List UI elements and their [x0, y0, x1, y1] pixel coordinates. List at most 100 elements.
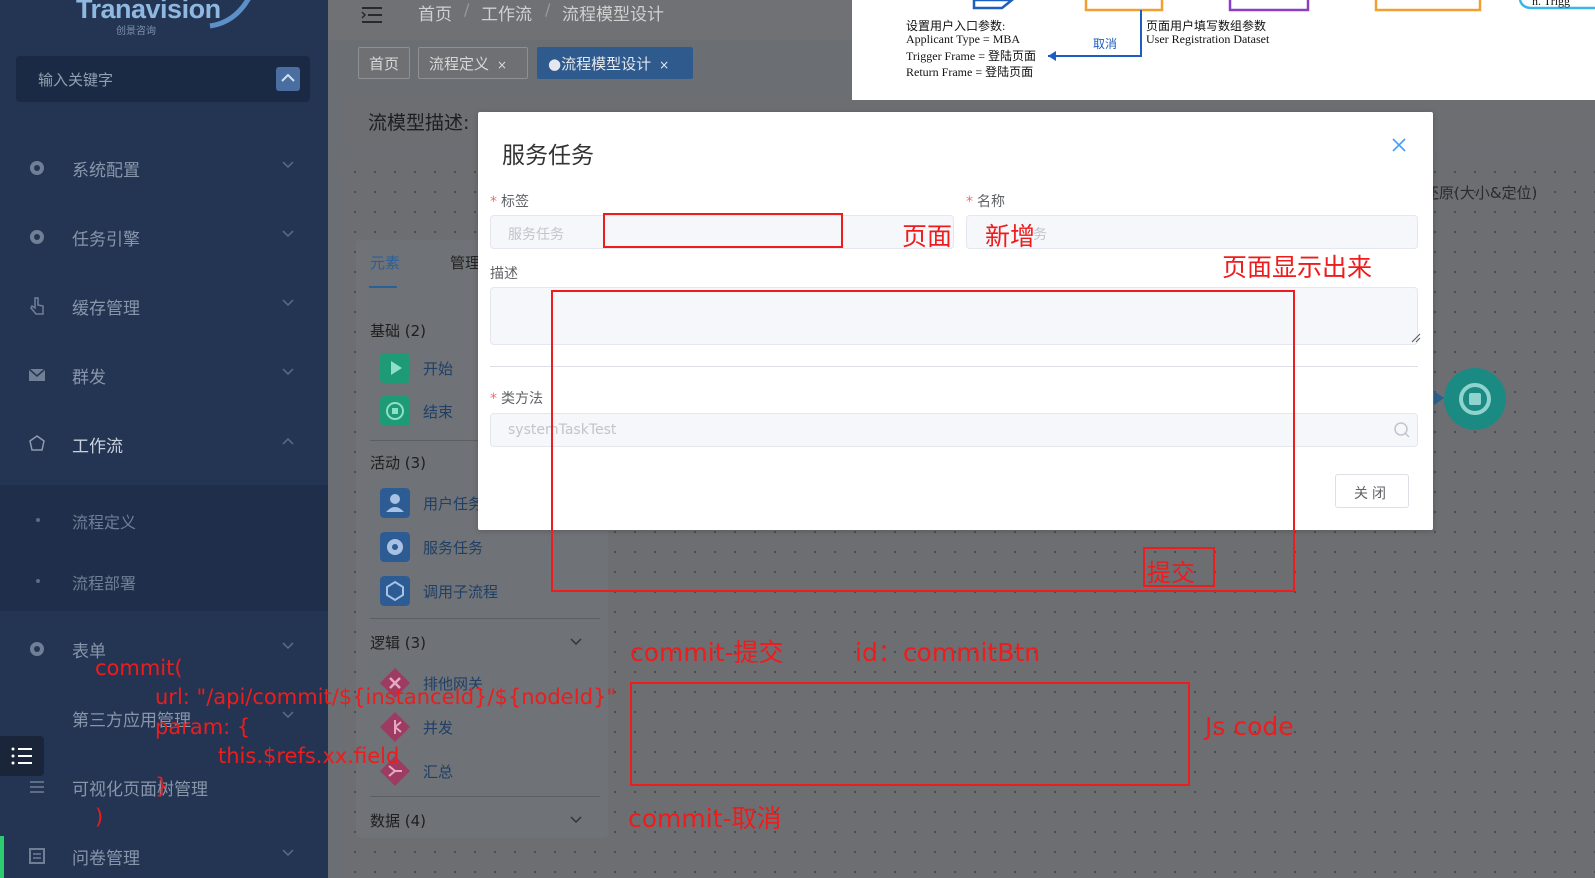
diagram-text: n. Trigg	[1532, 0, 1571, 8]
active-tab-indicator	[369, 286, 397, 288]
description-label: 流模型描述:	[368, 112, 470, 134]
gear-icon	[30, 642, 44, 656]
annotation-page: 页面	[902, 222, 953, 251]
menu-label: 工作流	[72, 437, 123, 457]
hamburger-icon[interactable]	[360, 4, 384, 26]
breadcrumb-workflow[interactable]: 工作流	[481, 0, 532, 25]
menu-item-survey[interactable]: 问卷管理	[0, 831, 328, 878]
menu-label: 群发	[72, 368, 106, 388]
diagram-text: Return Frame = 登陆页面	[906, 65, 1034, 79]
annotation-box-page	[603, 213, 843, 248]
stop-icon	[1469, 393, 1481, 405]
diagram-cancel-label: 取消	[1093, 37, 1118, 51]
gear-icon	[30, 230, 44, 244]
chevron-down-icon	[282, 368, 294, 376]
menu-label: 缓存管理	[72, 299, 140, 319]
submenu-item-process-deploy[interactable]: 流程部署	[0, 561, 328, 601]
menu-item-workflow[interactable]: 工作流	[0, 419, 328, 469]
annotation-code-line: url: "/api/commit/${instanceId}/${nodeId…	[155, 685, 617, 709]
diagram-text: Trigger Frame = 登陆页面	[906, 49, 1036, 63]
annotation-page-show: 页面显示出来	[1222, 253, 1373, 282]
name-field-label: * 名称	[966, 194, 1005, 210]
annotation-code-line: commit(	[95, 656, 183, 680]
play-icon	[380, 353, 410, 383]
label-input-value: 服务任务	[508, 227, 564, 243]
logo-swoosh-icon	[209, 0, 251, 29]
tab-home[interactable]: 首页	[358, 47, 410, 79]
user-icon	[380, 488, 410, 518]
palette-tab-elements[interactable]: 元素	[370, 252, 400, 273]
arrow-icon	[1434, 391, 1444, 405]
annotation-submit: 提交	[1147, 559, 1195, 587]
parallel-gateway-icon	[380, 712, 410, 742]
description-field-label: 描述	[490, 266, 518, 282]
collapse-button[interactable]	[276, 67, 300, 91]
breadcrumb-separator: /	[464, 0, 470, 19]
tab-label: 首页	[369, 55, 400, 73]
annotation-commit-submit: commit-提交	[630, 638, 784, 667]
end-node[interactable]	[1444, 368, 1506, 430]
menu-label: 可视化页面树管理	[72, 780, 208, 800]
palette-tab-manage[interactable]: 管理	[450, 252, 480, 273]
search-input[interactable]: 输入关键字	[38, 69, 113, 90]
gear-icon	[380, 532, 410, 562]
palette-group-activity[interactable]: 活动 (3)	[370, 452, 426, 473]
submenu-item-process-definition[interactable]: 流程定义	[0, 500, 328, 540]
chevron-down-icon	[282, 230, 294, 238]
method-field-label: * 类方法	[490, 391, 543, 407]
annotation-box-js	[630, 682, 1190, 786]
name-input-value: 务	[1033, 227, 1047, 243]
annotation-code-line: }	[155, 774, 169, 798]
chevron-down-icon	[282, 711, 294, 719]
annotation-code-line: )	[95, 805, 104, 829]
annotation-code-line: this.$refs.xx.field	[218, 744, 400, 768]
menu-item-cache[interactable]: 缓存管理	[0, 281, 328, 331]
label-field-label: * 标签	[490, 194, 529, 210]
tab-process-model-design[interactable]: ●流程模型设计 ×	[537, 47, 693, 79]
annotation-js-code: Js code	[1205, 712, 1294, 741]
bullet-icon	[36, 518, 40, 522]
menu-item-task-engine[interactable]: 任务引擎	[0, 212, 328, 262]
palette-item-label: 调用子流程	[423, 583, 499, 601]
tab-label: ●流程模型设计	[548, 55, 652, 73]
list-icon	[30, 781, 44, 793]
restore-button[interactable]: 还原(大小&定位)	[1418, 176, 1543, 208]
close-icon[interactable]: ×	[659, 58, 669, 72]
menu-item-broadcast[interactable]: 群发	[0, 350, 328, 400]
palette-group-basic[interactable]: 基础 (2)	[370, 320, 426, 341]
chevron-down-icon[interactable]	[570, 816, 582, 824]
annotation-code-line: param: {	[155, 715, 251, 739]
breadcrumb-home[interactable]: 首页	[418, 0, 452, 25]
stop-icon	[380, 396, 410, 426]
palette-item-label: 服务任务	[423, 539, 484, 557]
close-button[interactable]: 关闭	[1335, 474, 1409, 508]
menu-item-system-config[interactable]: 系统配置	[0, 143, 328, 193]
close-icon[interactable]: ×	[497, 58, 507, 72]
submenu-label: 流程部署	[72, 574, 137, 593]
menu-label: 系统配置	[72, 161, 140, 181]
chevron-down-icon	[282, 849, 294, 857]
flow-diagram-image: 设置用户入口参数: Applicant Type = MBA Trigger F…	[852, 0, 1595, 100]
palette-group-logic[interactable]: 逻辑 (3)	[370, 632, 426, 653]
tab-process-definition[interactable]: 流程定义 ×	[418, 47, 528, 79]
resize-handle-icon[interactable]	[1411, 333, 1421, 343]
close-icon[interactable]	[1391, 137, 1407, 153]
chevron-down-icon	[282, 642, 294, 650]
floating-menu-button[interactable]	[0, 736, 44, 776]
sidebar-search[interactable]: 输入关键字	[16, 56, 310, 102]
palette-group-data[interactable]: 数据 (4)	[370, 810, 426, 831]
annotation-box-submit: 提交	[1143, 547, 1215, 587]
active-indicator	[0, 836, 4, 878]
palette-item-label: 并发	[423, 719, 454, 737]
dialog-title: 服务任务	[502, 143, 594, 169]
list-icon	[11, 747, 32, 765]
chevron-down-icon[interactable]	[570, 638, 582, 646]
bullet-icon	[36, 579, 40, 583]
palette-item-label: 汇总	[423, 763, 454, 781]
tab-label: 流程定义	[429, 55, 490, 73]
subprocess-icon	[380, 576, 410, 606]
submenu-label: 流程定义	[72, 513, 137, 532]
chevron-down-icon	[282, 161, 294, 169]
divider	[370, 796, 600, 797]
search-icon[interactable]	[1393, 421, 1411, 439]
